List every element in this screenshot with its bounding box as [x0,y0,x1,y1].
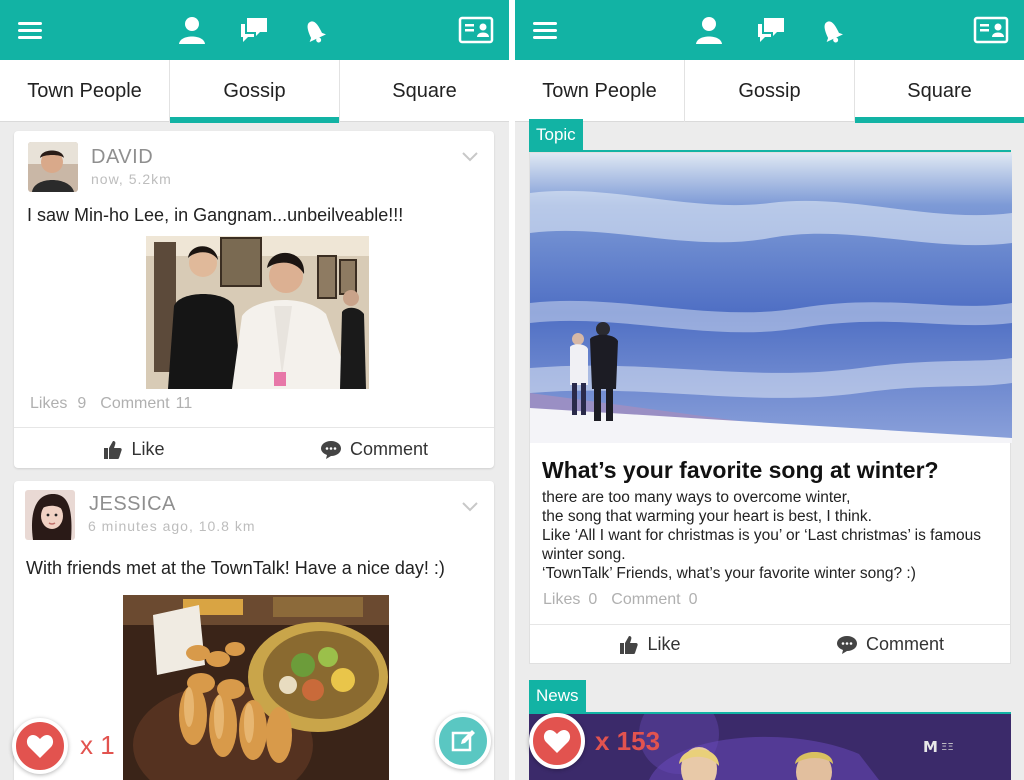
id-card-icon[interactable] [973,12,1009,48]
topic-body: there are too many ways to overcome wint… [542,488,981,583]
topic-title: What’s your favorite song at winter? [542,457,939,483]
top-bar [515,0,1024,60]
topic-stats: Likes 0 Comment 0 [543,591,708,609]
tab-bar: Town People Gossip Square [0,60,509,123]
comment-bubble-icon [836,635,857,654]
post-meta: now, 5.2km [91,171,172,187]
chevron-down-icon[interactable] [461,147,479,165]
post-photo[interactable] [123,595,389,780]
thumbs-up-icon [620,635,639,654]
likes-label: Likes [30,395,68,412]
chevron-down-icon[interactable] [461,497,479,515]
menu-icon[interactable] [527,12,563,48]
comments-count: 0 [688,591,698,608]
gossip-screen: Town People Gossip Square DAVID now, 5.2… [0,0,509,780]
id-card-icon[interactable] [458,12,494,48]
svg-text:M: M [923,738,938,756]
square-screen: Town People Gossip Square Topic What’s y… [515,0,1024,780]
tab-square[interactable]: Square [855,60,1024,123]
tab-square[interactable]: Square [340,60,509,122]
comment-label: Comment [865,634,945,654]
comments-label: Comment [100,395,170,412]
topic-card[interactable]: What’s your favorite song at winter? the… [529,152,1012,664]
comment-button[interactable]: Comment [254,428,494,471]
chat-icon[interactable] [753,12,789,48]
like-label: Like [131,439,165,459]
tab-gossip[interactable]: Gossip [685,60,855,122]
avatar[interactable] [28,142,78,192]
topic-body-line: ‘TownTalk’ Friends, what’s your favorite… [542,565,916,582]
post-actions: Like Comment [14,427,494,471]
tab-town-people[interactable]: Town People [0,60,170,122]
edit-icon [451,730,475,752]
comment-button[interactable]: Comment [770,625,1010,664]
post-text: I saw Min-ho Lee, in Gangnam...unbeilvea… [27,205,404,225]
post-stats: Likes 9 Comment 11 [30,395,202,413]
post-photo[interactable] [146,236,369,389]
like-label: Like [647,634,681,654]
post-text: With friends met at the TownTalk! Have a… [26,558,445,578]
topic-actions: Like Comment [530,624,1010,664]
menu-icon[interactable] [12,12,48,48]
heart-button[interactable] [529,713,585,769]
chat-icon[interactable] [236,12,272,48]
svg-text:ΞΞ: ΞΞ [941,742,954,753]
likes-count: 0 [588,591,598,608]
news-tag: News [529,680,586,712]
topic-tag: Topic [529,119,583,151]
person-icon[interactable] [691,12,727,48]
heart-count: x 153 [595,726,661,756]
top-bar [0,0,509,60]
comments-count: 11 [175,395,193,412]
person-icon[interactable] [174,12,210,48]
username[interactable]: JESSICA [89,493,176,516]
likes-count: 9 [77,395,87,412]
heart-icon [26,735,54,758]
topic-photo[interactable] [530,153,1012,443]
topic-body-line: Like ‘All I want for christmas is you’ o… [542,527,982,544]
heart-count: x 1 [80,730,115,760]
write-button[interactable] [435,713,491,769]
username[interactable]: DAVID [91,146,153,169]
avatar[interactable] [25,490,75,540]
like-button[interactable]: Like [14,428,254,471]
tab-town-people[interactable]: Town People [515,60,685,122]
heart-button[interactable] [12,718,68,774]
thumbs-up-icon [104,440,123,459]
topic-body-line: there are too many ways to overcome wint… [542,489,851,506]
like-button[interactable]: Like [530,625,770,664]
topic-body-line: the song that warming your heart is best… [542,508,872,525]
likes-label: Likes [543,591,581,608]
bell-icon[interactable] [296,12,332,48]
post-card: DAVID now, 5.2km I saw Min-ho Lee, in Ga… [14,131,494,468]
bell-icon[interactable] [813,12,849,48]
tab-gossip[interactable]: Gossip [170,60,340,123]
tab-bar: Town People Gossip Square [515,60,1024,123]
post-meta: 6 minutes ago, 10.8 km [88,518,256,534]
topic-body-line: winter song. [542,546,626,563]
comments-label: Comment [611,591,681,608]
heart-icon [543,730,571,753]
comment-label: Comment [349,439,429,459]
comment-bubble-icon [320,440,341,459]
